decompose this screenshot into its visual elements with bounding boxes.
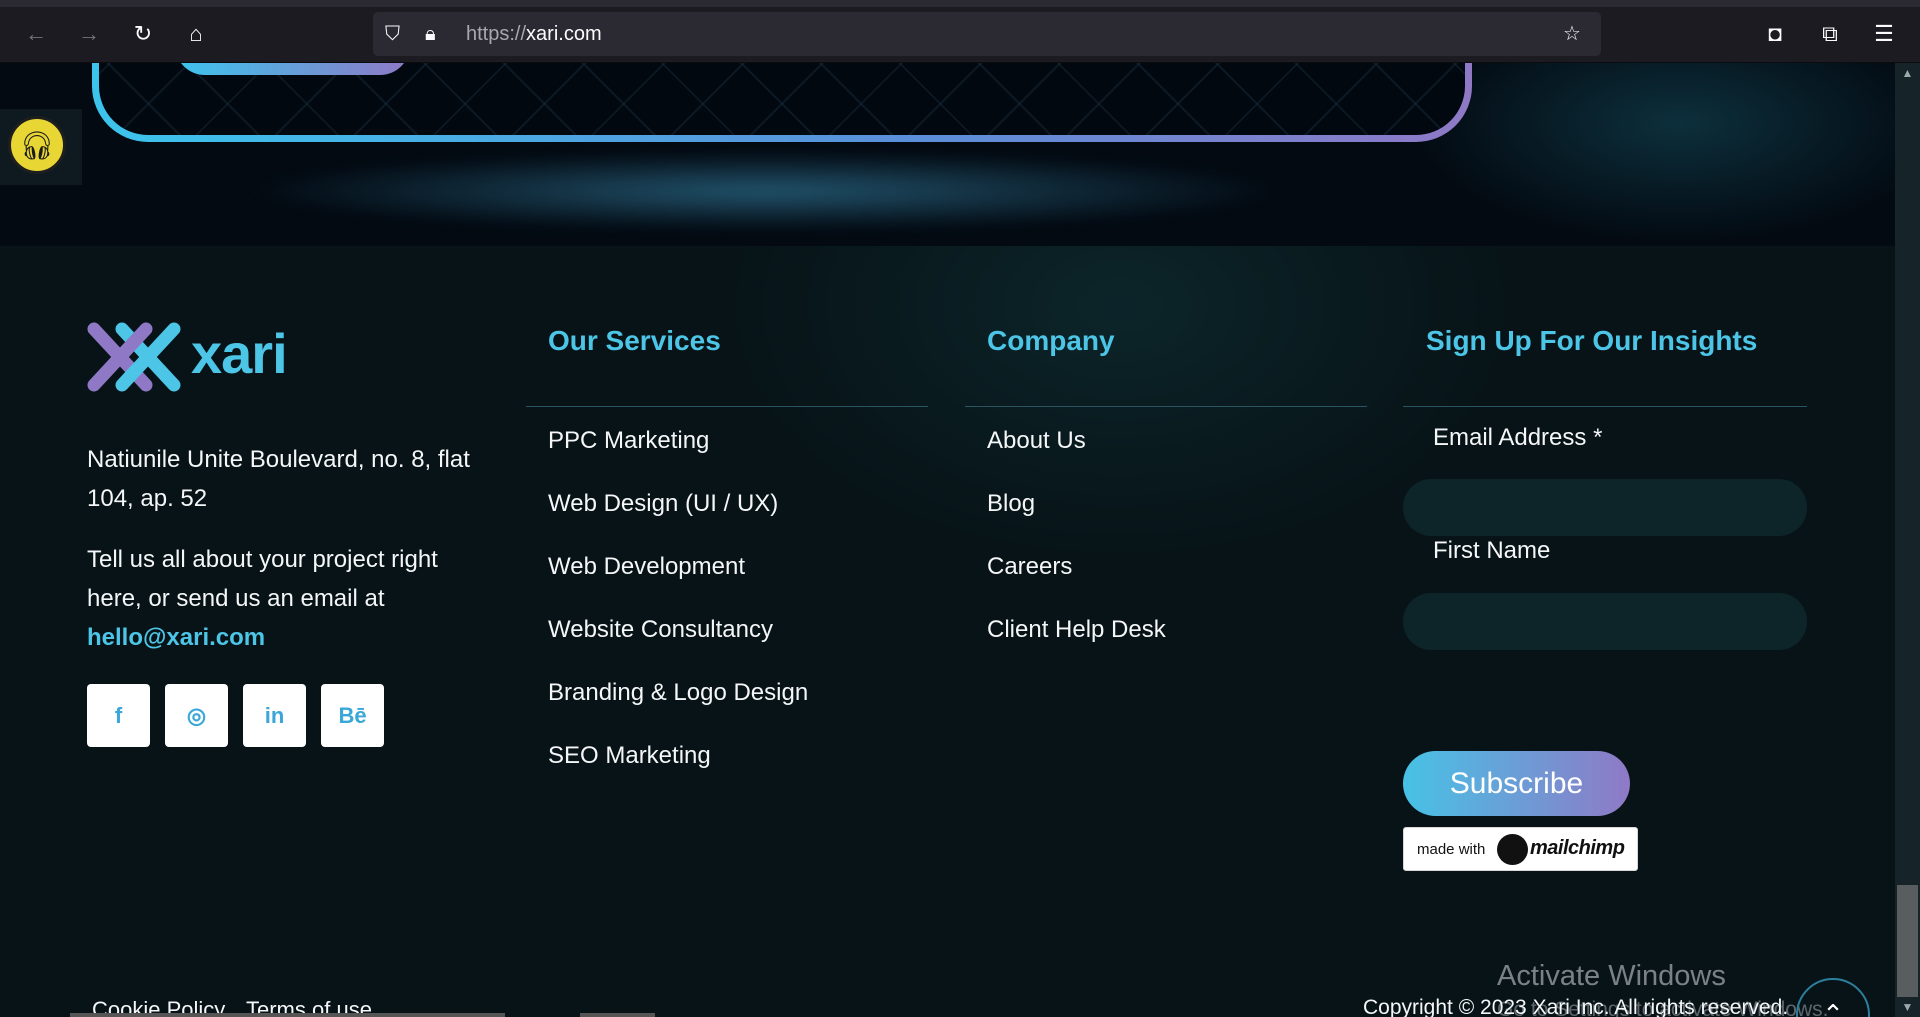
hero-section-bottom: 🎧︎ xyxy=(0,63,1895,246)
service-link[interactable]: Web Design (UI / UX) xyxy=(548,488,808,551)
signup-heading: Sign Up For Our Insights xyxy=(1426,325,1758,356)
extensions-icon[interactable]: ⧉ xyxy=(1814,18,1846,50)
lock-icon[interactable]: 🔒︎ xyxy=(425,12,436,56)
address-text: Natiunile Unite Boulevard, no. 8, flat 1… xyxy=(87,446,470,512)
company-link[interactable]: Blog xyxy=(987,488,1166,551)
scroll-down-icon[interactable]: ▼ xyxy=(1895,997,1920,1017)
email-field[interactable] xyxy=(1403,479,1807,536)
scrollbar-thumb[interactable] xyxy=(1897,885,1918,997)
email-link[interactable]: hello@xari.com xyxy=(87,624,265,651)
mailchimp-brand: mailchimp xyxy=(1530,837,1625,859)
hero-button[interactable] xyxy=(175,63,410,75)
service-link[interactable]: Website Consultancy xyxy=(548,614,808,677)
horizontal-scrollbar-segment xyxy=(580,1013,655,1017)
page: 🎧︎ xari Natiunile Unite Boulevard, no. 8… xyxy=(0,63,1895,1017)
url-text[interactable]: https://xari.com xyxy=(466,12,602,56)
chevron-up-icon: ⌃ xyxy=(1822,999,1844,1017)
logo-text: xari xyxy=(191,322,288,385)
logo-mark-icon xyxy=(87,322,181,392)
subscribe-button[interactable]: Subscribe xyxy=(1403,751,1630,816)
back-icon[interactable]: ← xyxy=(20,18,52,50)
signup-divider xyxy=(1403,406,1807,407)
company-link[interactable]: Careers xyxy=(987,551,1166,614)
company-link[interactable]: Client Help Desk xyxy=(987,614,1166,677)
tab-strip xyxy=(0,0,1920,7)
shield-icon[interactable]: ⛉ xyxy=(385,12,400,56)
company-link[interactable]: About Us xyxy=(987,425,1166,488)
footer: xari Natiunile Unite Boulevard, no. 8, f… xyxy=(0,246,1895,1017)
scroll-up-icon[interactable]: ▲ xyxy=(1895,63,1920,83)
hero-glow xyxy=(240,151,1290,231)
facebook-icon[interactable]: f xyxy=(87,684,150,747)
company-list: About Us Blog Careers Client Help Desk xyxy=(987,425,1166,677)
url-host: xari.com xyxy=(526,23,602,45)
copyright-text: Copyright © 2023 Xari Inc. All rights re… xyxy=(1363,996,1789,1017)
services-list: PPC Marketing Web Design (UI / UX) Web D… xyxy=(548,425,808,803)
instagram-icon[interactable]: ◎ xyxy=(165,684,228,747)
pocket-icon[interactable]: ◘ xyxy=(1759,18,1791,50)
contact-prompt: Tell us all about your project right her… xyxy=(87,546,438,612)
home-icon[interactable]: ⌂ xyxy=(180,18,212,50)
xari-logo[interactable]: xari xyxy=(86,319,288,395)
behance-icon[interactable]: Bē xyxy=(321,684,384,747)
email-label: Email Address * xyxy=(1433,424,1603,451)
mailchimp-made-with: made with xyxy=(1417,841,1486,858)
company-heading: Company xyxy=(987,325,1115,356)
address-bar[interactable]: ⛉ 🔒︎ https://xari.com ☆ xyxy=(373,12,1601,56)
scroll-to-top-button[interactable]: ⌃ xyxy=(1796,978,1870,1017)
company-divider xyxy=(965,406,1367,407)
services-heading: Our Services xyxy=(548,325,721,356)
reload-icon[interactable]: ↻ xyxy=(127,18,159,50)
service-link[interactable]: PPC Marketing xyxy=(548,425,808,488)
linkedin-icon[interactable]: in xyxy=(243,684,306,747)
activate-windows-title: Activate Windows xyxy=(1497,960,1726,992)
browser-toolbar: ← → ↻ ⌂ ⛉ 🔒︎ https://xari.com ☆ ◘ ⧉ ☰ xyxy=(0,0,1920,63)
support-widget[interactable]: 🎧︎ xyxy=(0,109,82,185)
service-link[interactable]: Branding & Logo Design xyxy=(548,677,808,740)
mailchimp-badge[interactable]: made with mailchimp xyxy=(1403,827,1638,871)
service-link[interactable]: SEO Marketing xyxy=(548,740,808,803)
menu-icon[interactable]: ☰ xyxy=(1868,18,1900,50)
first-name-label: First Name xyxy=(1433,537,1551,564)
bookmark-star-icon[interactable]: ☆ xyxy=(1563,12,1581,56)
headset-icon[interactable]: 🎧︎ xyxy=(8,116,66,174)
mailchimp-logo-icon xyxy=(1497,834,1528,865)
first-name-field[interactable] xyxy=(1403,593,1807,650)
forward-icon[interactable]: → xyxy=(73,18,105,50)
service-link[interactable]: Web Development xyxy=(548,551,808,614)
vertical-scrollbar[interactable]: ▲ ▼ xyxy=(1895,63,1920,1017)
services-divider xyxy=(526,406,928,407)
horizontal-scrollbar-thumb[interactable] xyxy=(70,1013,505,1017)
url-scheme: https:// xyxy=(466,23,527,45)
contact-text: Tell us all about your project right her… xyxy=(87,540,497,657)
